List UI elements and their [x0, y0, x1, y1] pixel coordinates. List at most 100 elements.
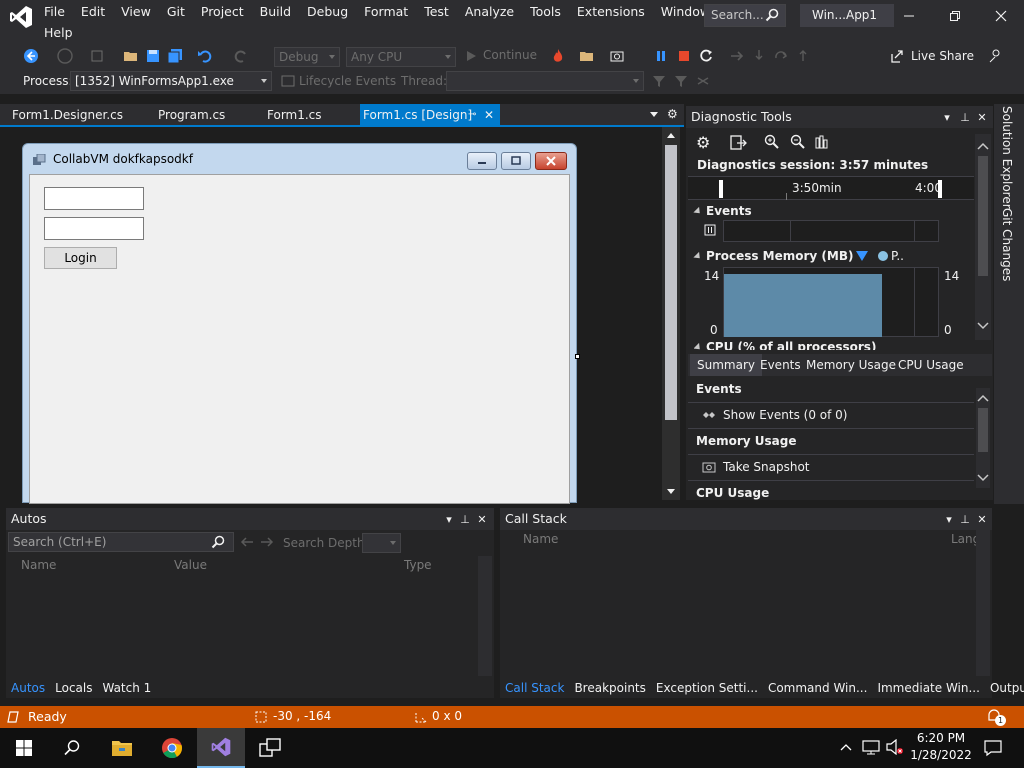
save-icon[interactable] [144, 47, 162, 65]
taskbar-search-button[interactable] [48, 728, 96, 768]
tab-immediate-window[interactable]: Immediate Win... [872, 678, 985, 698]
autos-search-input[interactable]: Search (Ctrl+E) [8, 532, 234, 552]
scroll-down-arrow-icon[interactable] [667, 489, 675, 494]
menu-project[interactable]: Project [193, 4, 252, 19]
tab-call-stack[interactable]: Call Stack [500, 678, 569, 698]
panel-pin-icon[interactable]: ⊥ [958, 110, 972, 124]
search-depth-dropdown[interactable] [362, 533, 401, 553]
menu-tools[interactable]: Tools [522, 4, 569, 19]
tab-form1-design[interactable]: Form1.cs [Design] ⊸ ✕ [360, 104, 500, 126]
form-client-area[interactable]: Login [29, 174, 570, 504]
scroll-up-arrow-icon[interactable] [667, 133, 675, 138]
settings-gear-icon[interactable]: ⚙ [696, 133, 710, 152]
diagnostics-scroll-thumb[interactable] [978, 156, 988, 276]
export-diagnostics-icon[interactable] [730, 134, 748, 152]
search-forward-arrow-icon[interactable] [260, 536, 274, 548]
platform-dropdown[interactable]: Any CPU [346, 47, 456, 67]
designed-form-window[interactable]: CollabVM dokfkapsodkf Login [22, 143, 577, 504]
designer-scroll-thumb[interactable] [665, 145, 677, 420]
menu-analyze[interactable]: Analyze [457, 4, 522, 19]
summary-scroll-thumb[interactable] [978, 408, 988, 452]
tab-exception-settings[interactable]: Exception Setti... [651, 678, 763, 698]
navigate-forward-icon[interactable] [56, 47, 74, 65]
search-backward-arrow-icon[interactable] [240, 536, 254, 548]
menu-test[interactable]: Test [416, 4, 457, 19]
camera-snapshot-icon[interactable] [608, 47, 626, 65]
scroll-up-chevron-icon[interactable] [977, 142, 989, 150]
call-stack-column-language[interactable]: Lang [951, 532, 976, 546]
solution-title[interactable]: Win...App1 [800, 4, 894, 27]
panel-close-icon[interactable]: ✕ [975, 512, 989, 526]
start-button[interactable] [0, 728, 48, 768]
autos-column-type[interactable]: Type [404, 558, 432, 572]
panel-dropdown-icon[interactable]: ▾ [940, 110, 954, 124]
stop-debugging-icon[interactable] [675, 47, 693, 65]
file-explorer-button[interactable] [98, 728, 146, 768]
new-project-icon[interactable] [88, 47, 106, 65]
chrome-button[interactable] [148, 728, 196, 768]
close-tab-icon[interactable]: ✕ [484, 104, 494, 126]
panel-close-icon[interactable]: ✕ [475, 512, 489, 526]
timeline-end-handle[interactable] [938, 180, 942, 198]
volume-muted-icon[interactable] [886, 739, 904, 755]
search-box[interactable]: Search... [704, 4, 786, 27]
minimize-button[interactable] [886, 0, 932, 32]
call-stack-column-name[interactable]: Name [523, 532, 558, 546]
scroll-down-chevron-icon[interactable] [977, 474, 989, 482]
restart-icon[interactable] [697, 47, 715, 65]
form-minimize-button[interactable] [467, 152, 497, 170]
step-out-icon[interactable] [794, 47, 812, 65]
show-hidden-icons-chevron-icon[interactable] [840, 742, 852, 752]
username-textbox[interactable] [44, 187, 144, 210]
tab-overflow-dropdown-icon[interactable] [650, 112, 658, 117]
show-events-link[interactable]: Show Events (0 of 0) [702, 408, 847, 422]
navigate-back-icon[interactable] [22, 47, 40, 65]
scroll-down-chevron-icon[interactable] [977, 322, 989, 330]
panel-close-icon[interactable]: ✕ [975, 110, 989, 124]
action-center-icon[interactable] [984, 739, 1002, 757]
autos-vertical-scrollbar[interactable] [478, 556, 492, 676]
continue-label[interactable]: Continue [483, 48, 537, 62]
form-maximize-button[interactable] [501, 152, 531, 170]
zoom-out-icon[interactable] [790, 134, 806, 150]
panel-dropdown-icon[interactable]: ▾ [442, 512, 456, 526]
visual-studio-taskbar-button[interactable] [197, 728, 245, 768]
process-memory-section-header[interactable]: Process Memory (MB) [693, 249, 853, 263]
redo-icon[interactable] [232, 47, 250, 65]
taskbar-clock-time[interactable]: 6:20 PM [916, 731, 966, 745]
step-over-icon[interactable] [772, 47, 790, 65]
autos-column-value[interactable]: Value [174, 558, 207, 572]
lifecycle-events-dropdown[interactable]: Lifecycle Events [299, 74, 396, 88]
tab-form1-cs[interactable]: Form1.cs [255, 104, 355, 126]
menu-view[interactable]: View [113, 4, 159, 19]
open-folder-icon[interactable] [122, 47, 140, 65]
menu-extensions[interactable]: Extensions [569, 4, 653, 19]
menu-build[interactable]: Build [252, 4, 299, 19]
flag-threads-icon[interactable] [672, 72, 690, 90]
break-all-pause-icon[interactable] [652, 47, 670, 65]
network-icon[interactable] [862, 739, 880, 755]
autos-column-name[interactable]: Name [21, 558, 56, 572]
tab-solution-explorer[interactable]: Solution Explorer [1000, 106, 1014, 209]
tab-command-window[interactable]: Command Win... [763, 678, 872, 698]
step-into-icon[interactable] [750, 47, 768, 65]
tab-git-changes[interactable]: Git Changes [1000, 208, 1014, 281]
cpu-section-header[interactable]: CPU (% of all processors) [694, 340, 876, 350]
login-button[interactable]: Login [44, 247, 117, 269]
feedback-person-icon[interactable] [986, 47, 1004, 65]
open-file-icon[interactable] [578, 47, 596, 65]
zoom-in-icon[interactable] [764, 134, 780, 150]
taskbar-clock-date[interactable]: 1/28/2022 [910, 748, 972, 762]
stack-frame-icon[interactable] [694, 72, 712, 90]
menu-file[interactable]: File [36, 4, 73, 19]
tab-breakpoints[interactable]: Breakpoints [569, 678, 650, 698]
menu-format[interactable]: Format [356, 4, 416, 19]
menu-help[interactable]: Help [36, 25, 81, 40]
menu-edit[interactable]: Edit [73, 4, 113, 19]
live-share-icon[interactable] [888, 47, 906, 65]
form-close-button[interactable] [535, 152, 567, 170]
reset-view-icon[interactable] [814, 134, 830, 150]
panel-dropdown-icon[interactable]: ▾ [942, 512, 956, 526]
thread-dropdown[interactable] [446, 71, 644, 91]
close-window-button[interactable] [978, 0, 1024, 32]
